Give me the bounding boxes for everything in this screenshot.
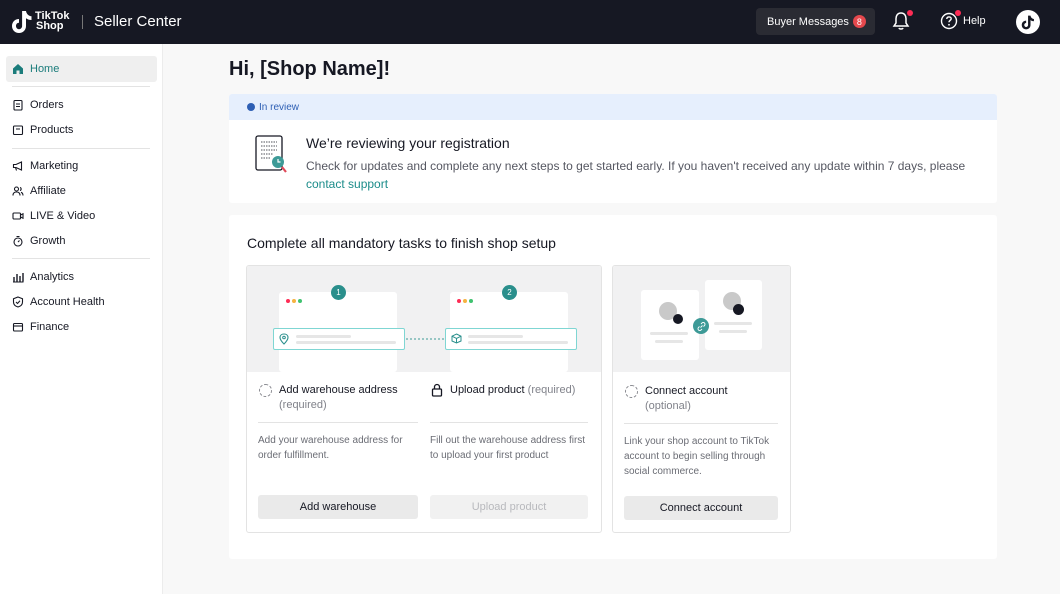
mandatory-tasks-box: 1 2 Add warehouse address (required) Add…	[246, 265, 602, 533]
sidebar-item-account-health[interactable]: Account Health	[6, 289, 157, 315]
users-icon	[12, 186, 24, 196]
connect-illustration	[613, 266, 790, 372]
buyer-messages-badge: 8	[852, 15, 866, 28]
sidebar-item-growth[interactable]: Growth	[6, 228, 157, 254]
video-icon	[12, 212, 24, 220]
avatar[interactable]	[1016, 10, 1040, 34]
buyer-messages-label: Buyer Messages	[767, 15, 849, 28]
help-dot	[955, 10, 961, 16]
notification-dot	[907, 10, 913, 16]
sidebar-item-analytics[interactable]: Analytics	[6, 264, 157, 290]
product-task-label: Upload product (required)	[450, 383, 600, 398]
step-number: 1	[331, 285, 346, 300]
sidebar-item-label: LIVE & Video	[30, 210, 96, 222]
review-text: Check for updates and complete any next …	[306, 157, 976, 193]
step-number: 2	[502, 285, 517, 300]
review-title: We’re reviewing your registration	[306, 135, 510, 151]
sidebar-item-label: Finance	[30, 321, 70, 333]
sidebar: Home Orders Products Marketing Affiliate…	[0, 44, 163, 594]
document-review-icon	[255, 135, 287, 173]
add-warehouse-button[interactable]: Add warehouse	[258, 495, 418, 519]
sidebar-item-affiliate[interactable]: Affiliate	[6, 178, 157, 204]
top-bar: TikTok Shop Seller Center Buyer Messages…	[0, 0, 1060, 44]
mock-profile-card	[705, 280, 762, 350]
product-desc: Fill out the warehouse address first to …	[430, 435, 586, 461]
warehouse-desc: Add your warehouse address for order ful…	[258, 435, 403, 461]
topbar-divider	[82, 15, 83, 29]
task-status-icon	[259, 384, 272, 397]
logo-line2: Shop	[36, 20, 64, 32]
location-pin-icon	[279, 333, 289, 345]
home-icon	[13, 64, 23, 74]
review-text-body: Check for updates and complete any next …	[306, 159, 966, 173]
connect-account-button[interactable]: Connect account	[624, 496, 778, 520]
clock-icon	[247, 103, 255, 111]
connect-label: Connect account	[645, 385, 728, 397]
package-icon	[451, 333, 462, 344]
tiktok-avatar-icon	[1021, 15, 1034, 29]
review-status: In review	[259, 101, 300, 113]
lock-icon	[431, 383, 443, 397]
sidebar-item-label: Home	[30, 63, 60, 75]
connect-desc: Link your shop account to TikTok account…	[624, 436, 770, 477]
sidebar-item-label: Orders	[30, 99, 64, 111]
sidebar-item-label: Marketing	[30, 160, 79, 172]
warehouse-label: Add warehouse address	[279, 384, 398, 396]
app-title: Seller Center	[94, 13, 182, 30]
sidebar-divider	[12, 86, 150, 87]
review-card: In review We’re reviewing your registrat…	[229, 94, 997, 203]
sidebar-item-label: Products	[30, 124, 74, 136]
window-dots	[286, 299, 302, 303]
contact-support-link[interactable]: contact support	[306, 177, 388, 191]
window-dots	[457, 299, 473, 303]
shield-icon	[12, 296, 24, 308]
bar-chart-icon	[13, 273, 24, 283]
tiktok-logo-icon[interactable]	[11, 10, 33, 34]
page-title: Hi, [Shop Name]!	[229, 58, 391, 80]
link-icon	[693, 318, 709, 334]
upload-product-button[interactable]: Upload product	[430, 495, 588, 519]
connect-task-label: Connect account (optional)	[645, 384, 785, 414]
sidebar-item-marketing[interactable]: Marketing	[6, 153, 157, 179]
help-button[interactable]: Help	[940, 12, 986, 30]
mock-product-field	[445, 328, 577, 350]
help-label: Help	[963, 15, 986, 27]
mock-address-field	[273, 328, 405, 350]
stopwatch-icon	[13, 235, 23, 247]
product-required: (required)	[527, 384, 576, 396]
sidebar-divider	[12, 258, 150, 259]
logo-text: TikTok Shop	[35, 11, 69, 32]
clipboard-icon	[13, 99, 23, 111]
box-icon	[12, 125, 24, 136]
warehouse-required: (required)	[279, 399, 327, 411]
sidebar-divider	[12, 148, 150, 149]
megaphone-icon	[12, 161, 23, 171]
mock-profile-card	[641, 290, 699, 360]
product-label: Upload product	[450, 384, 525, 396]
task-status-icon	[625, 385, 638, 398]
review-status-bar: In review	[229, 94, 997, 120]
optional-task-box: Connect account (optional) Link your sho…	[612, 265, 791, 533]
sidebar-item-live-video[interactable]: LIVE & Video	[6, 203, 157, 229]
task-divider	[624, 423, 778, 424]
task-divider	[430, 422, 588, 423]
sidebar-item-orders[interactable]: Orders	[6, 92, 157, 118]
sidebar-item-finance[interactable]: Finance	[6, 314, 157, 340]
sidebar-item-label: Analytics	[30, 271, 75, 283]
connect-optional: (optional)	[645, 400, 691, 412]
task-divider	[258, 422, 418, 423]
sidebar-item-home[interactable]: Home	[6, 56, 157, 82]
sidebar-item-label: Growth	[30, 235, 66, 247]
sidebar-item-label: Affiliate	[30, 185, 66, 197]
connector-line	[406, 338, 446, 340]
buyer-messages-button[interactable]: Buyer Messages 8	[756, 8, 875, 35]
tasks-card: Complete all mandatory tasks to finish s…	[229, 215, 997, 559]
warehouse-task-label: Add warehouse address (required)	[279, 383, 419, 413]
tasks-title: Complete all mandatory tasks to finish s…	[247, 235, 556, 251]
sidebar-item-products[interactable]: Products	[6, 117, 157, 143]
sidebar-item-label: Account Health	[30, 296, 105, 308]
wallet-icon	[12, 322, 24, 332]
setup-illustration: 1 2	[247, 266, 601, 372]
